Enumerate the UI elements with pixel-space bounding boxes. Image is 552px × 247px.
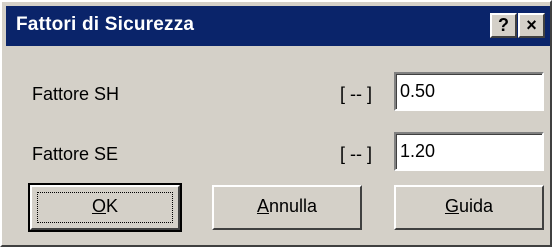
close-button[interactable]: × [518, 13, 545, 38]
fattore-sh-input[interactable]: 0.50 [394, 72, 544, 111]
fattore-se-unit: [ -- ] [340, 144, 372, 164]
fattore-se-label: Fattore SE [32, 144, 119, 164]
ok-button[interactable]: OK [28, 183, 182, 232]
cancel-button[interactable]: Annulla [212, 185, 362, 230]
fattore-se-input[interactable]: 1.20 [394, 132, 544, 171]
question-mark-icon: ? [498, 15, 509, 35]
cancel-label-rest: nnulla [268, 196, 318, 216]
focus-rect [37, 192, 173, 223]
fattore-sh-label: Fattore SH [32, 84, 120, 104]
help-button[interactable]: ? [490, 13, 517, 38]
fattore-sh-unit: [ -- ] [340, 84, 372, 104]
guide-label-rest: uida [458, 196, 494, 216]
dialog-window: Fattori di Sicurezza ? × Fattore SH [ --… [0, 0, 552, 247]
cancel-mnemonic: A [256, 196, 269, 216]
guide-button[interactable]: Guida [394, 185, 544, 230]
title-bar[interactable]: Fattori di Sicurezza ? × [6, 6, 550, 46]
close-icon: × [526, 15, 537, 35]
guide-mnemonic: G [444, 196, 459, 216]
dialog-title: Fattori di Sicurezza [16, 14, 195, 35]
